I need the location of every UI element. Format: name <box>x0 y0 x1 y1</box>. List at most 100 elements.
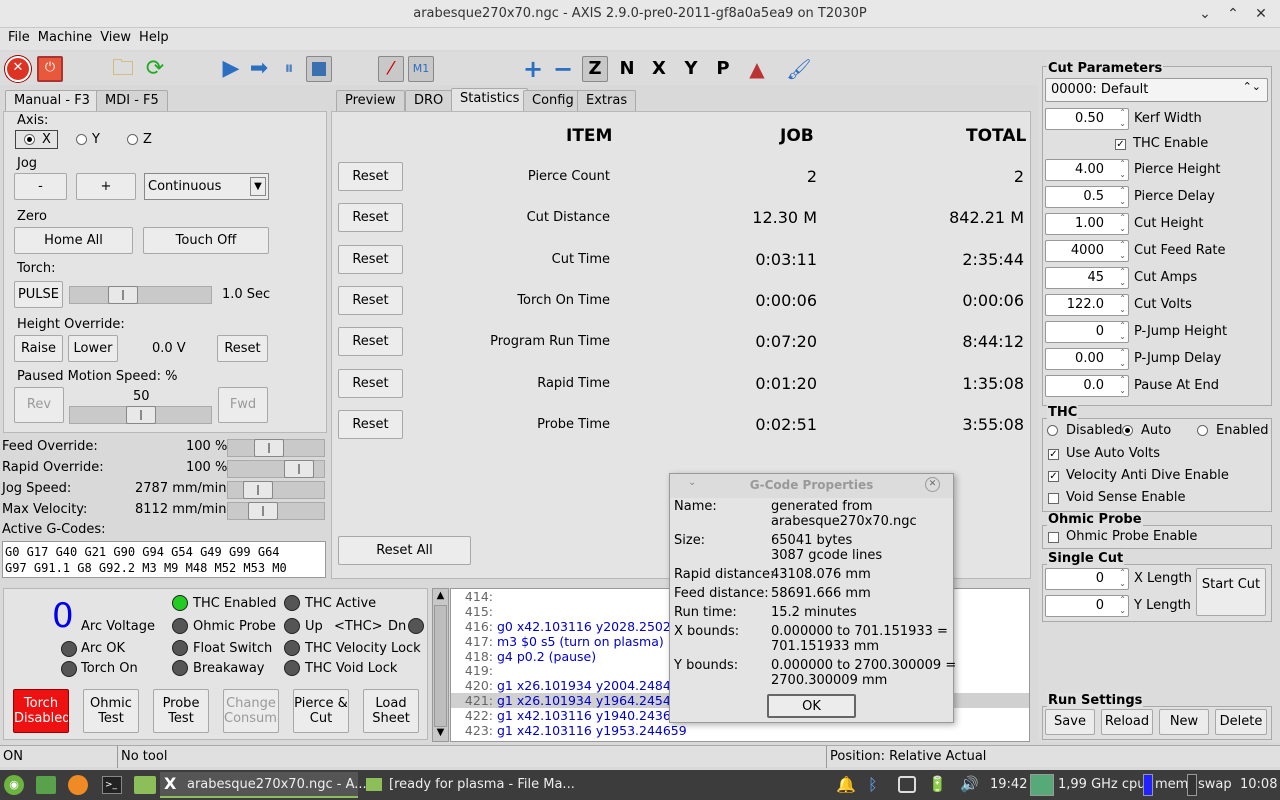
cut-param-spin[interactable]: 0.0 <box>1045 374 1129 397</box>
view-p-icon[interactable]: P <box>710 56 736 82</box>
dialog-menu-icon[interactable]: ⌄ <box>688 477 696 488</box>
lower-button[interactable]: Lower <box>68 335 118 362</box>
delete-button[interactable]: Delete <box>1215 709 1267 735</box>
cut-param-spin[interactable]: 45 <box>1045 266 1129 289</box>
zoom-in-icon[interactable]: + <box>520 56 546 82</box>
bluetooth-icon[interactable]: ᛒ <box>868 775 878 794</box>
tab-config[interactable]: Config <box>523 90 583 112</box>
jog-speed-slider[interactable] <box>227 481 325 499</box>
power-icon[interactable]: ⏻ <box>37 56 63 82</box>
load-sheet-button[interactable]: Load Sheet <box>363 689 419 733</box>
tab-manual[interactable]: Manual - F3 <box>5 90 99 112</box>
clear-plot-icon[interactable]: 🖌 <box>786 56 812 82</box>
thc-enable-checkbox[interactable]: ✓ <box>1115 139 1126 150</box>
y-length-spin[interactable]: 0 <box>1045 594 1129 617</box>
thc-enabled-radio[interactable] <box>1197 425 1208 436</box>
axis-x-radio[interactable]: X <box>15 130 58 149</box>
fwd-button[interactable]: Fwd <box>218 387 268 423</box>
feed-override-slider[interactable] <box>227 439 325 457</box>
display-icon[interactable] <box>898 776 916 793</box>
zoom-out-icon[interactable]: − <box>550 56 576 82</box>
raise-button[interactable]: Raise <box>14 335 63 362</box>
jog-plus-button[interactable]: + <box>76 173 136 200</box>
change-consumable-button[interactable]: Change Consumable <box>223 689 279 733</box>
terminal-icon[interactable]: >_ <box>102 776 122 794</box>
jog-minus-button[interactable]: - <box>14 173 67 200</box>
block-delete-icon[interactable]: ⁄ <box>378 56 404 82</box>
stat-reset-button[interactable]: Reset <box>338 327 403 357</box>
pierce-cut-button[interactable]: Pierce & Cut <box>293 689 349 733</box>
paused-speed-slider[interactable] <box>69 406 212 424</box>
firefox-icon[interactable] <box>68 775 88 795</box>
close-icon[interactable]: ✕ <box>1252 5 1270 23</box>
cut-param-spin[interactable]: 4.00 <box>1045 158 1129 181</box>
tab-dro[interactable]: DRO <box>405 90 453 112</box>
estop-icon[interactable]: ✕ <box>5 56 31 82</box>
velocity-anti-dive-checkbox[interactable]: ✓ <box>1048 471 1059 482</box>
view-z2-icon[interactable]: N <box>614 56 640 82</box>
reload-button[interactable]: Reload <box>1101 709 1153 735</box>
open-folder-icon[interactable]: 🗀 <box>110 56 136 82</box>
menu-view[interactable]: View <box>96 28 135 48</box>
tab-statistics[interactable]: Statistics <box>451 88 529 112</box>
volume-icon[interactable]: 🔊 <box>960 775 979 793</box>
axis-y-radio[interactable] <box>76 134 87 145</box>
show-desktop-icon[interactable] <box>36 776 56 794</box>
minimize-icon[interactable]: ⌄ <box>1196 5 1214 23</box>
dialog-close-icon[interactable]: ✕ <box>925 477 940 492</box>
thc-disabled-radio[interactable] <box>1047 425 1058 436</box>
cut-param-spin[interactable]: 1.00 <box>1045 212 1129 235</box>
gcode-scrollbar[interactable]: ▲ ▼ <box>432 588 449 742</box>
reload-icon[interactable]: ⟳ <box>142 56 168 82</box>
rev-button[interactable]: Rev <box>14 387 64 423</box>
gcode-line[interactable]: 423: g1 x42.103116 y1953.244659 <box>451 723 1029 738</box>
run-icon[interactable]: ▶ <box>218 56 244 82</box>
ohmic-test-button[interactable]: Ohmic Test <box>83 689 139 733</box>
task-axis[interactable]: X arabesque270x70.ngc - A... <box>160 772 367 798</box>
files-icon[interactable] <box>134 776 156 794</box>
pause-icon[interactable]: ⏸ <box>276 56 302 82</box>
notifications-icon[interactable]: 🔔 <box>836 775 856 794</box>
menu-help[interactable]: Help <box>135 28 173 48</box>
reset-all-button[interactable]: Reset All <box>338 536 471 565</box>
stat-reset-button[interactable]: Reset <box>338 244 403 274</box>
dialog-ok-button[interactable]: OK <box>767 694 856 718</box>
axis-z-radio[interactable] <box>127 134 138 145</box>
rotate-view-icon[interactable]: ▲ <box>744 56 770 82</box>
cut-param-spin[interactable]: 0 <box>1045 320 1129 343</box>
cut-param-spin[interactable]: 4000 <box>1045 239 1129 262</box>
height-reset-button[interactable]: Reset <box>217 335 268 362</box>
cut-param-spin[interactable]: 122.0 <box>1045 293 1129 316</box>
save-button[interactable]: Save <box>1045 709 1095 735</box>
use-auto-volts-checkbox[interactable]: ✓ <box>1048 449 1059 460</box>
ohmic-probe-enable-checkbox[interactable] <box>1048 532 1059 543</box>
x-length-spin[interactable]: 0 <box>1045 567 1129 590</box>
stop-icon[interactable] <box>306 56 332 82</box>
view-y-icon[interactable]: Y <box>678 56 704 82</box>
stat-reset-button[interactable]: Reset <box>338 203 403 233</box>
task-file-manager[interactable]: [ready for plasma - File Ma... <box>364 772 575 798</box>
pulse-button[interactable]: PULSE <box>14 281 63 308</box>
probe-test-button[interactable]: Probe Test <box>153 689 209 733</box>
jog-mode-select[interactable]: Continuous ▼ <box>144 173 269 200</box>
stat-reset-button[interactable]: Reset <box>338 285 403 315</box>
new-button[interactable]: New <box>1159 709 1209 735</box>
rapid-override-slider[interactable] <box>227 460 325 478</box>
start-cut-button[interactable]: Start Cut <box>1196 568 1266 616</box>
tab-extras[interactable]: Extras <box>577 90 637 112</box>
battery-icon[interactable]: 🔋 <box>928 775 947 793</box>
step-icon[interactable]: ➡ <box>246 56 272 82</box>
material-select[interactable]: 00000: Default ⌃⌄ <box>1045 78 1268 102</box>
maximize-icon[interactable]: ⌃ <box>1224 5 1242 23</box>
cut-param-spin[interactable]: 0.50 <box>1045 107 1129 130</box>
stat-reset-button[interactable]: Reset <box>338 409 403 439</box>
thc-auto-radio[interactable] <box>1122 425 1133 436</box>
pulse-time-slider[interactable] <box>69 286 212 304</box>
view-x-icon[interactable]: X <box>646 56 672 82</box>
mint-menu-icon[interactable]: ◉ <box>4 775 24 795</box>
menu-file[interactable]: File <box>4 28 34 48</box>
cut-param-spin[interactable]: 0.00 <box>1045 347 1129 370</box>
stat-reset-button[interactable]: Reset <box>338 162 403 191</box>
torch-disabled-button[interactable]: Torch Disabled <box>13 689 69 733</box>
menu-machine[interactable]: Machine <box>34 28 96 48</box>
